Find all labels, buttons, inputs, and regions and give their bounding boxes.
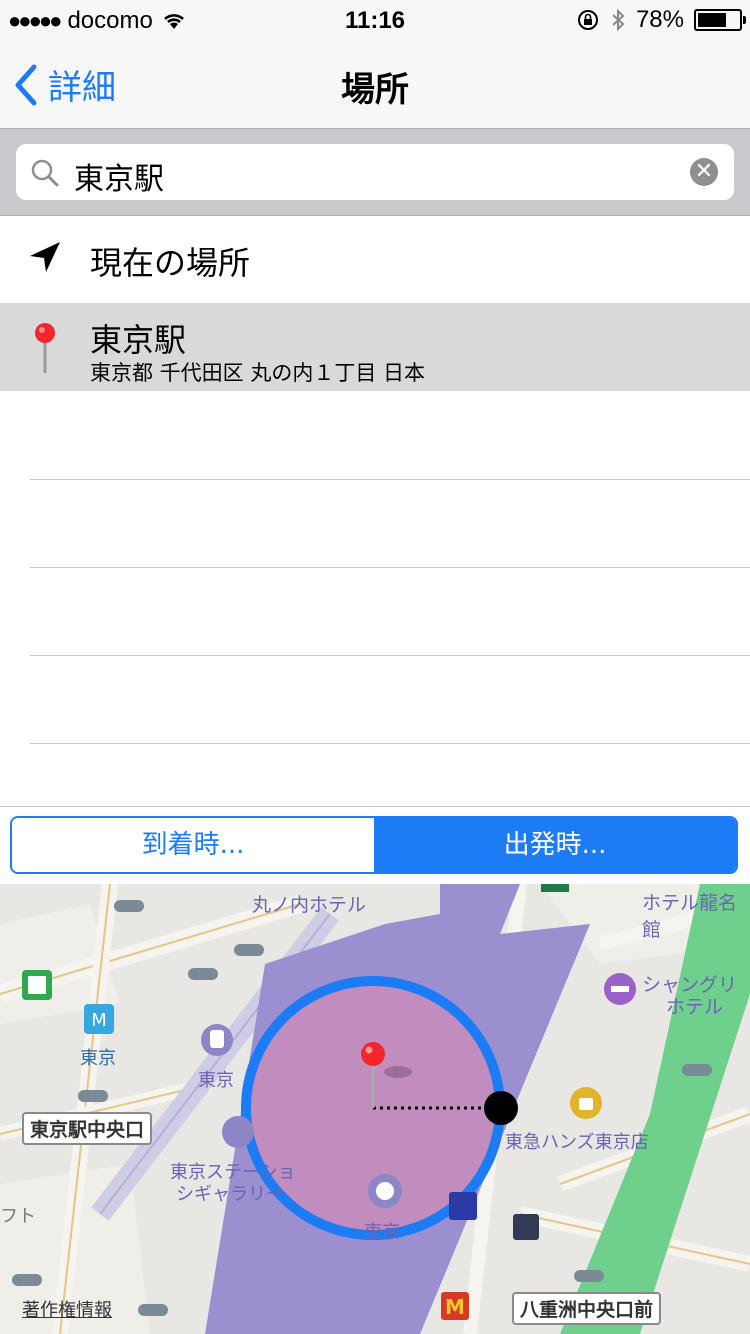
bluetooth-icon bbox=[612, 8, 625, 32]
map-label-fragment: フト bbox=[0, 1206, 36, 1227]
search-result-row[interactable]: 東京駅 東京都 千代田区 丸の内１丁目 日本 bbox=[0, 303, 750, 391]
traffic-light-icon bbox=[12, 1274, 42, 1286]
map-canvas: M M bbox=[0, 884, 750, 1334]
jr-station-icon-inner bbox=[210, 1030, 224, 1048]
convenience-store-icon-inner bbox=[28, 976, 46, 994]
studio-icon bbox=[449, 1192, 477, 1220]
location-arrow-icon bbox=[30, 242, 60, 272]
gallery-icon bbox=[222, 1116, 254, 1148]
radius-handle bbox=[484, 1091, 518, 1125]
traffic-light-icon bbox=[138, 1304, 168, 1316]
battery-fill bbox=[698, 13, 727, 27]
traffic-light-icon bbox=[114, 900, 144, 912]
current-location-row[interactable]: 現在の場所 bbox=[0, 216, 750, 302]
trigger-segmented-control: 到着時... 出発時... bbox=[10, 816, 738, 874]
traffic-light-icon bbox=[574, 1270, 604, 1282]
map-poi-icon bbox=[541, 884, 569, 892]
mcdonalds-icon-glyph: M bbox=[445, 1295, 465, 1319]
row-separator bbox=[30, 655, 750, 656]
traffic-light-icon bbox=[682, 1064, 712, 1076]
red-pin-icon bbox=[35, 323, 55, 373]
shopping-icon-bag bbox=[579, 1098, 593, 1110]
traffic-light-icon bbox=[78, 1090, 108, 1102]
bookstore-icon bbox=[513, 1214, 539, 1240]
battery-percent: 78% bbox=[635, 6, 684, 33]
segment-departure[interactable]: 出発時... bbox=[374, 818, 736, 872]
map-label-jr: 東京 bbox=[198, 1070, 234, 1091]
metro-icon-glyph: M bbox=[91, 1010, 107, 1031]
map-label-central-exit[interactable]: 東京駅中央口 bbox=[22, 1112, 153, 1145]
battery-icon bbox=[694, 9, 746, 31]
row-separator bbox=[30, 567, 750, 568]
search-bar: 東京駅 ✕ bbox=[0, 129, 750, 216]
status-bar: ●●●●● docomo 11:16 78% bbox=[0, 0, 750, 40]
current-location-label: 現在の場所 bbox=[90, 244, 251, 282]
map-pin-head bbox=[361, 1042, 385, 1066]
map-label-metro: 東京 bbox=[80, 1048, 116, 1069]
map-label-hotel-ryumeikan: ホテル龍名館 bbox=[642, 892, 738, 941]
map-pin-highlight bbox=[365, 1046, 373, 1054]
map-label-gallery-2: シギャラリー bbox=[176, 1184, 284, 1205]
row-separator bbox=[30, 743, 750, 744]
map-label-yaesu-exit[interactable]: 八重洲中央口前 bbox=[512, 1292, 662, 1325]
page-title: 場所 bbox=[341, 70, 409, 110]
result-address: 東京都 千代田区 丸の内１丁目 日本 bbox=[90, 361, 426, 385]
map-label-marunouchi-hotel: 丸ノ内ホテル bbox=[252, 894, 367, 916]
station-icon-inner bbox=[376, 1182, 394, 1200]
row-separator bbox=[30, 479, 750, 480]
magnifier-icon bbox=[31, 159, 59, 187]
map-view[interactable]: M M 丸ノ内ホテル ホテル龍名館 シャングリ ホテル 東京 東京 東京駅中央口 bbox=[0, 884, 750, 1334]
pin-shadow bbox=[384, 1066, 412, 1078]
traffic-light-icon bbox=[188, 968, 218, 980]
search-field[interactable]: 東京駅 ✕ bbox=[16, 144, 734, 200]
result-title: 東京駅 bbox=[90, 321, 187, 359]
clear-icon[interactable]: ✕ bbox=[690, 158, 718, 186]
hotel-icon-bed bbox=[611, 986, 629, 992]
search-input[interactable]: 東京駅 bbox=[74, 154, 164, 198]
rotation-lock-icon bbox=[577, 10, 598, 30]
status-right: 78% bbox=[576, 6, 746, 34]
section-separator bbox=[0, 806, 750, 807]
navigation-bar: 詳細 場所 bbox=[0, 40, 750, 129]
map-label-station: 東京 bbox=[364, 1222, 400, 1243]
segment-arrival[interactable]: 到着時... bbox=[12, 818, 374, 872]
map-label-hotel: ホテル bbox=[666, 996, 724, 1018]
copyright-link[interactable]: 著作権情報 bbox=[22, 1296, 112, 1322]
map-label-tokyu-hands: 東急ハンズ東京店 bbox=[505, 1132, 649, 1153]
traffic-light-icon bbox=[234, 944, 264, 956]
